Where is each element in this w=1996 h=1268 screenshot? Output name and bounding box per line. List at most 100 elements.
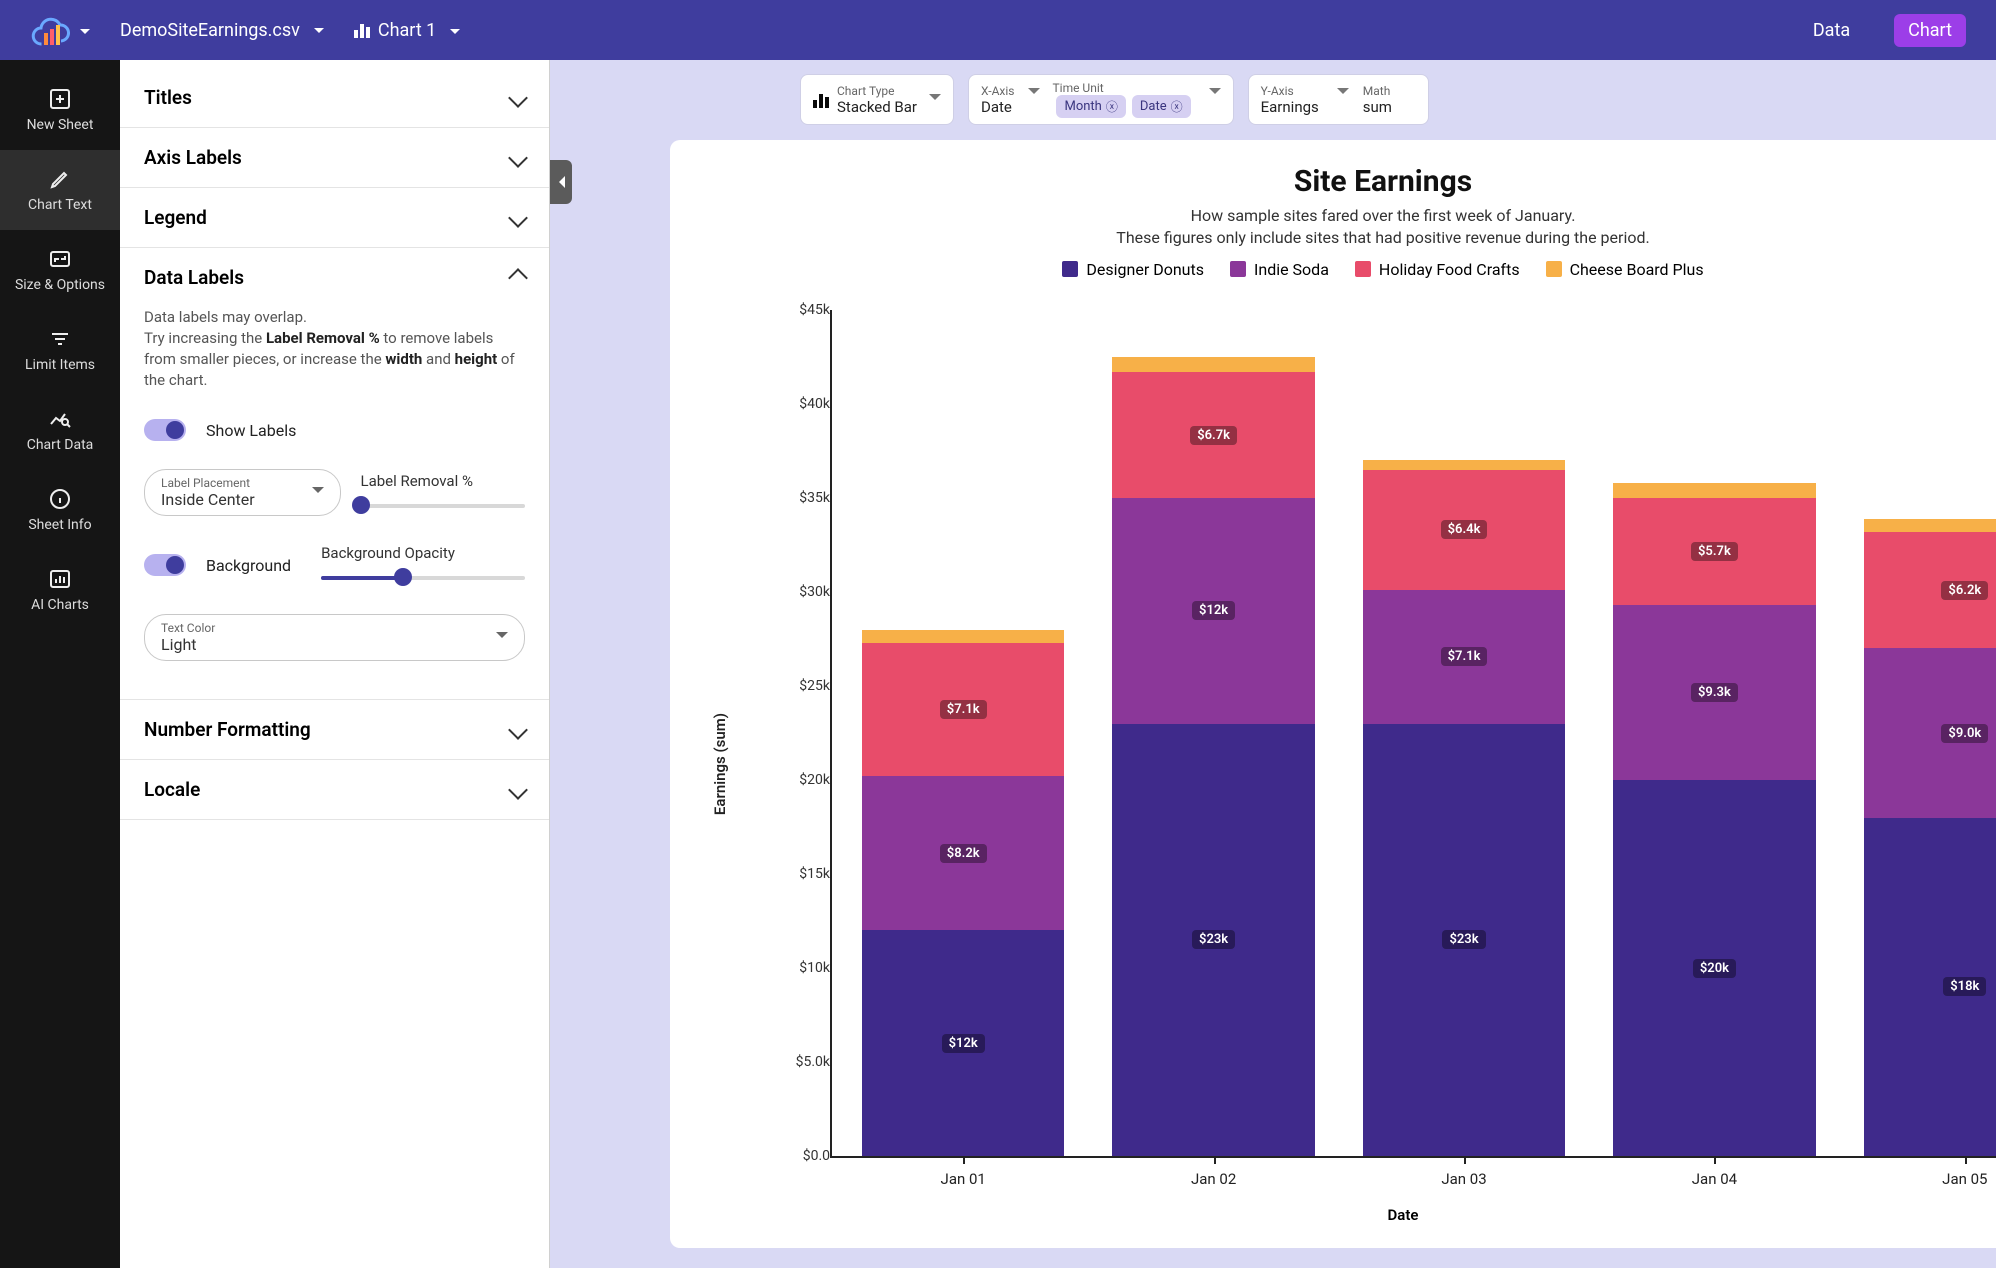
section-data-labels[interactable]: Data Labels: [120, 248, 549, 307]
bar-value-label: $9.3k: [1691, 683, 1738, 702]
y-tick: $35k: [770, 490, 830, 506]
aspect-ratio-icon: [48, 247, 72, 271]
section-number-formatting[interactable]: Number Formatting: [120, 700, 549, 759]
mini-bar-icon: [354, 22, 370, 38]
section-label: Locale: [144, 778, 200, 801]
bar-segment-cheese: [1363, 460, 1565, 469]
file-name: DemoSiteEarnings.csv: [120, 20, 300, 41]
cfg-x-axis[interactable]: X-Axis Date Time Unit Monthⓧ Dateⓧ: [968, 74, 1234, 125]
toggle-show-labels[interactable]: [144, 419, 186, 441]
x-category-label: Jan 05: [1864, 1156, 1996, 1188]
bar-segment-indie: $9.3k: [1613, 605, 1815, 780]
cfg-label: Chart Type: [837, 84, 917, 98]
chart-card: Site Earnings How sample sites fared ove…: [670, 140, 1996, 1248]
bar-column[interactable]: $12k$8.2k$7.1kJan 01: [862, 310, 1064, 1156]
chevron-down-icon: [312, 487, 324, 499]
y-tick: $5.0k: [770, 1054, 830, 1070]
legend-swatch: [1062, 261, 1078, 277]
chip-date[interactable]: Dateⓧ: [1132, 95, 1191, 118]
bar-value-label: $8.2k: [940, 844, 987, 863]
legend-item-indie[interactable]: Indie Soda: [1230, 260, 1329, 279]
background-label: Background: [206, 556, 291, 575]
rail-size-options[interactable]: Size & Options: [0, 230, 120, 310]
section-label: Titles: [144, 86, 192, 109]
section-label: Axis Labels: [144, 146, 242, 169]
bar-column[interactable]: $23k$7.1k$6.4kJan 03: [1363, 310, 1565, 1156]
line-chart-search-icon: [48, 407, 72, 431]
bar-column[interactable]: $23k$12k$6.7kJan 02: [1112, 310, 1314, 1156]
chevron-down-icon: [508, 720, 528, 740]
bar-segment-indie: $8.2k: [862, 776, 1064, 930]
rail-sheet-info[interactable]: Sheet Info: [0, 470, 120, 550]
chart-config-row: Chart Type Stacked Bar X-Axis Date Time …: [800, 74, 1996, 125]
chevron-down-icon: [508, 780, 528, 800]
legend-label: Cheese Board Plus: [1570, 260, 1704, 279]
rail-new-sheet[interactable]: New Sheet: [0, 70, 120, 150]
x-category-label: Jan 03: [1363, 1156, 1565, 1188]
bar-value-label: $6.2k: [1941, 581, 1988, 600]
section-axis-labels[interactable]: Axis Labels: [120, 128, 549, 187]
chevron-down-icon: [1028, 88, 1040, 100]
logo-menu-caret[interactable]: [74, 21, 90, 40]
chart-selector[interactable]: Chart 1: [354, 20, 460, 41]
bar-segment-designer: $18k: [1864, 818, 1996, 1156]
y-tick: $30k: [770, 584, 830, 600]
rail-label: New Sheet: [27, 117, 94, 133]
bar-value-label: $7.1k: [1441, 647, 1488, 666]
app-logo[interactable]: [30, 11, 90, 49]
y-tick: $10k: [770, 960, 830, 976]
bar-value-label: $6.4k: [1441, 520, 1488, 539]
cfg-y-axis[interactable]: Y-Axis Earnings Math sum: [1248, 74, 1429, 125]
close-icon: ⓧ: [1106, 98, 1118, 115]
tab-data[interactable]: Data: [1799, 14, 1864, 47]
legend-label: Designer Donuts: [1086, 260, 1204, 279]
select-text-color[interactable]: Text Color Light: [144, 614, 525, 661]
x-axis-label: Date: [710, 1206, 1996, 1224]
legend-swatch: [1355, 261, 1371, 277]
bar-value-label: $7.1k: [940, 700, 987, 719]
y-tick: $20k: [770, 772, 830, 788]
y-tick: $45k: [770, 302, 830, 318]
cfg-label: Math: [1363, 84, 1392, 98]
rail-label: Sheet Info: [28, 517, 91, 533]
section-titles[interactable]: Titles: [120, 68, 549, 127]
slider-background-opacity[interactable]: [321, 568, 525, 586]
cfg-label: X-Axis: [981, 84, 1014, 98]
collapse-panel-handle[interactable]: [550, 160, 572, 204]
select-label: Label Placement: [161, 476, 326, 490]
section-legend[interactable]: Legend: [120, 188, 549, 247]
rail-chart-data[interactable]: Chart Data: [0, 390, 120, 470]
toggle-background[interactable]: [144, 554, 186, 576]
x-category-label: Jan 01: [862, 1156, 1064, 1188]
legend-label: Indie Soda: [1254, 260, 1329, 279]
bar-value-label: $12k: [942, 1034, 985, 1053]
y-tick: $40k: [770, 396, 830, 412]
bar-column[interactable]: $18k$9.0k$6.2kJan 05: [1864, 310, 1996, 1156]
rail-ai-charts[interactable]: AI Charts: [0, 550, 120, 630]
section-locale[interactable]: Locale: [120, 760, 549, 819]
file-selector[interactable]: DemoSiteEarnings.csv: [120, 20, 324, 41]
bar-column[interactable]: $20k$9.3k$5.7kJan 04: [1613, 310, 1815, 1156]
side-panel: Titles Axis Labels Legend Data Labels Da…: [120, 60, 550, 1268]
section-label: Data Labels: [144, 266, 244, 289]
stacked-bar-icon: [813, 92, 829, 108]
chart-title: Site Earnings: [690, 164, 1996, 199]
cfg-chart-type[interactable]: Chart Type Stacked Bar: [800, 74, 954, 125]
show-labels-label: Show Labels: [206, 421, 296, 440]
legend-item-holiday[interactable]: Holiday Food Crafts: [1355, 260, 1520, 279]
chip-month[interactable]: Monthⓧ: [1056, 95, 1125, 118]
legend-item-designer[interactable]: Designer Donuts: [1062, 260, 1204, 279]
select-label-placement[interactable]: Label Placement Inside Center: [144, 469, 341, 516]
select-label: Text Color: [161, 621, 510, 635]
cloud-chart-icon: [30, 11, 70, 49]
pencil-icon: [48, 167, 72, 191]
chart-legend: Designer Donuts Indie Soda Holiday Food Cr…: [690, 260, 1996, 279]
rail-chart-text[interactable]: Chart Text: [0, 150, 120, 230]
rail-label: Size & Options: [15, 277, 105, 293]
rail-limit-items[interactable]: Limit Items: [0, 310, 120, 390]
legend-item-cheese[interactable]: Cheese Board Plus: [1546, 260, 1704, 279]
tab-chart[interactable]: Chart: [1894, 14, 1966, 47]
chevron-down-icon: [508, 88, 528, 108]
slider-label-removal[interactable]: [361, 496, 526, 514]
cfg-label: Time Unit: [1052, 81, 1190, 95]
